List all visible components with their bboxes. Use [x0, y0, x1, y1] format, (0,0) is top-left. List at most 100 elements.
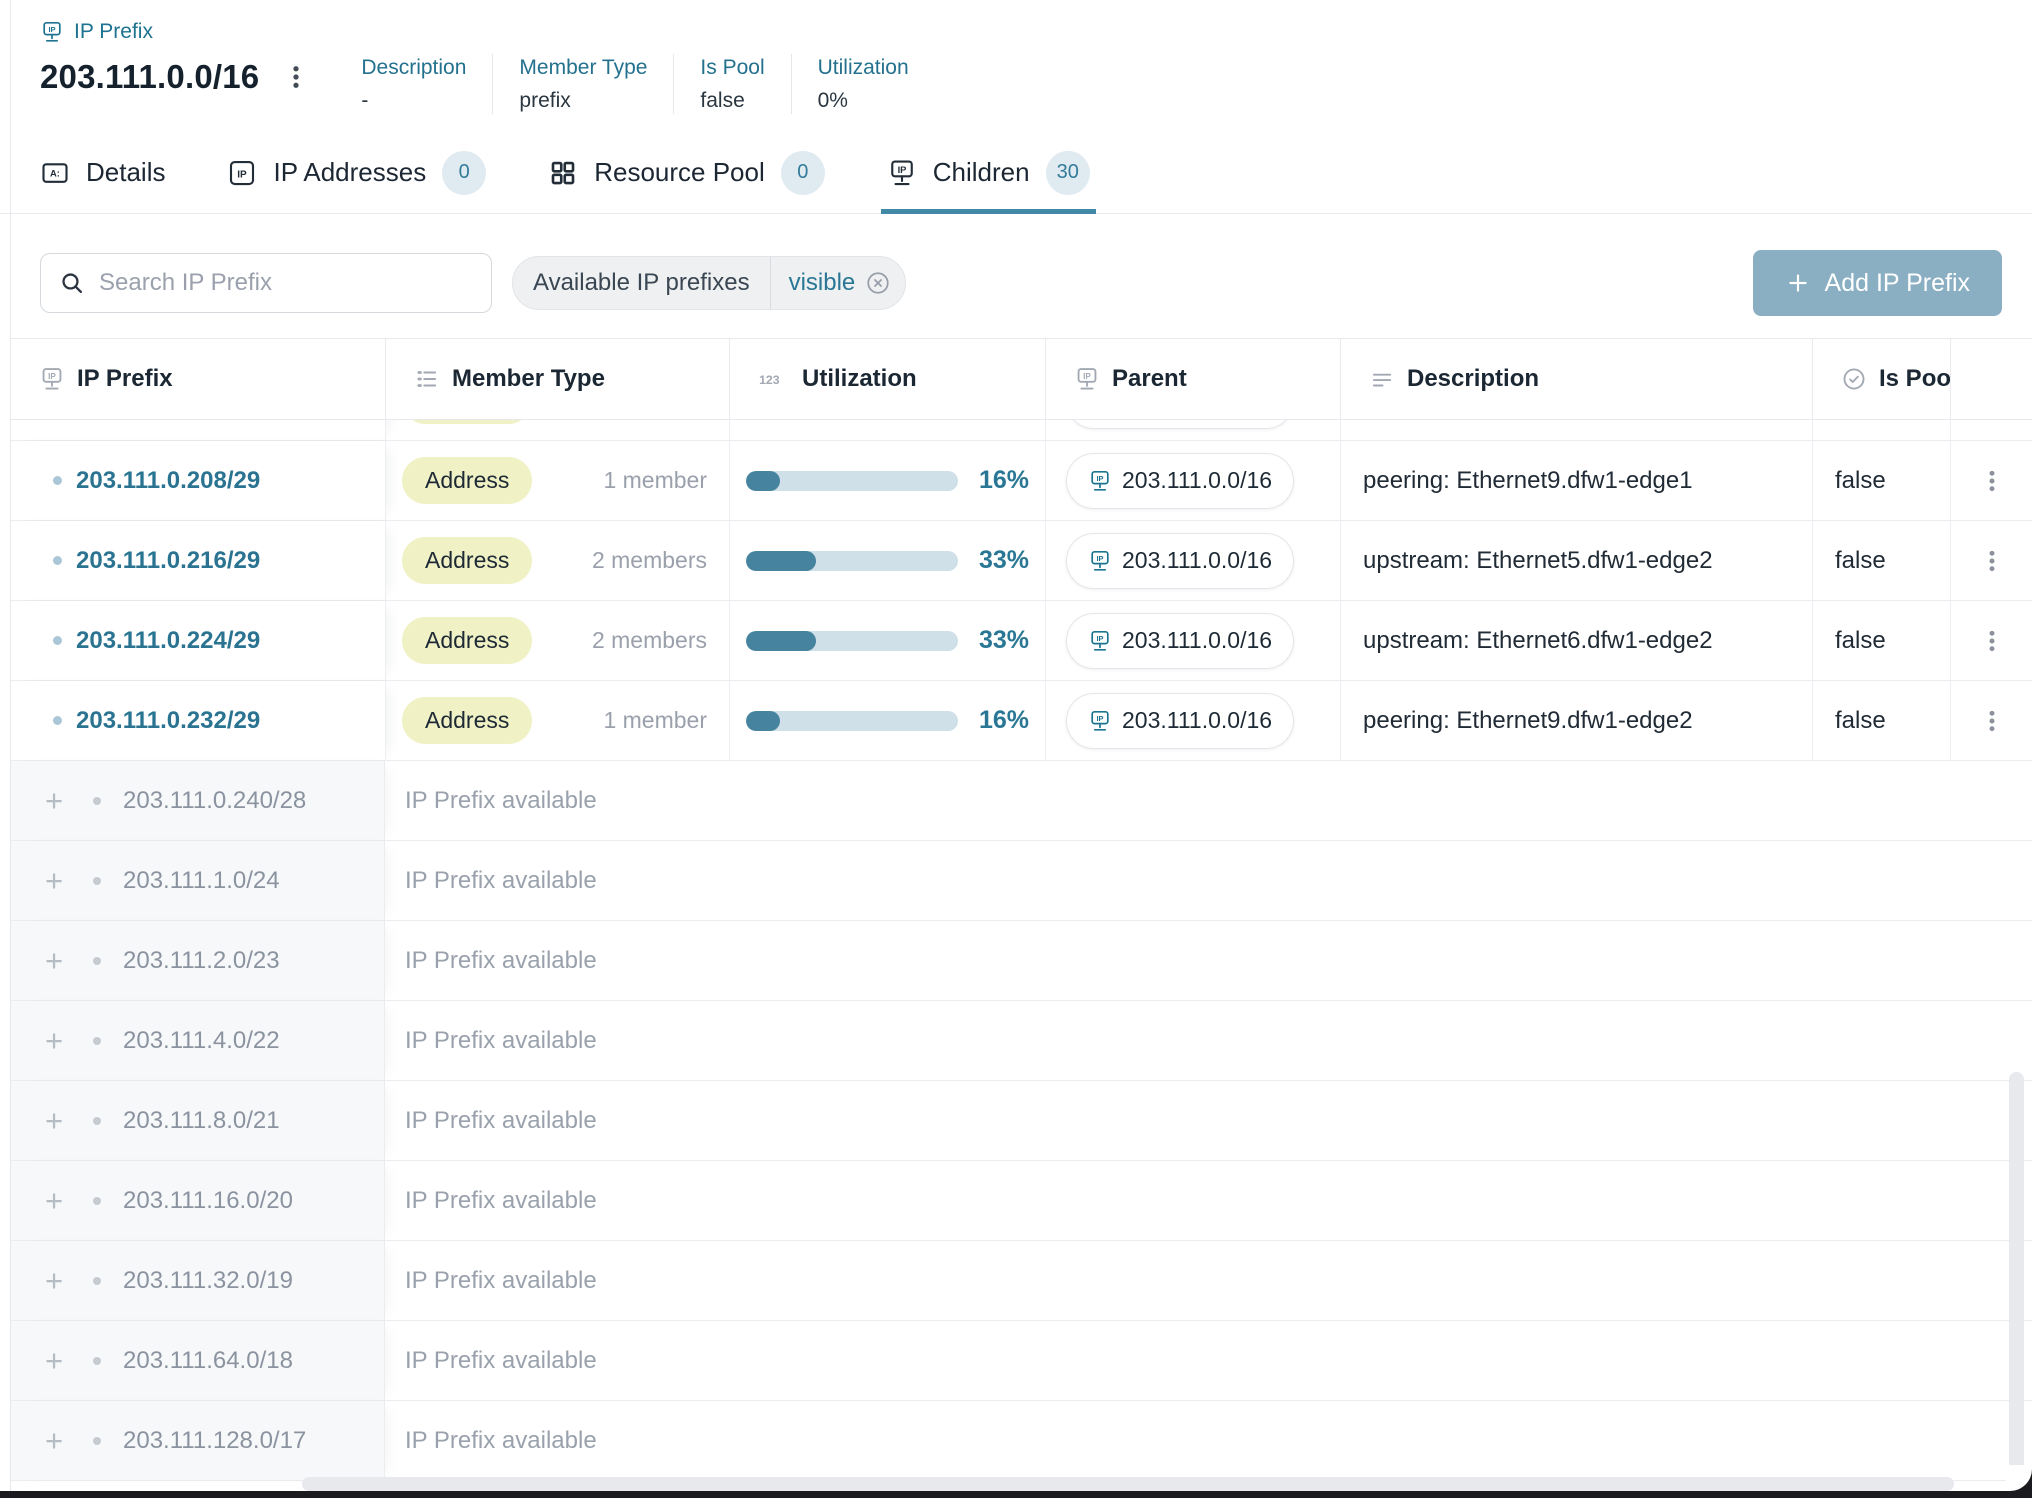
table-body: 203.111.0.200/29 Address 2 members 33% I…: [11, 361, 2032, 1481]
title-kebab-menu[interactable]: [281, 62, 311, 92]
expand-plus-icon[interactable]: +: [41, 1105, 67, 1136]
row-kebab-menu[interactable]: [1978, 547, 2006, 575]
column-header-utilization[interactable]: 123 Utilization: [729, 339, 1045, 419]
table-row: 203.111.0.216/29 Address 2 members 33% I…: [11, 521, 2032, 601]
tab-label: Children: [933, 157, 1030, 188]
svg-text:IP: IP: [1096, 473, 1103, 482]
expand-plus-icon[interactable]: +: [41, 1025, 67, 1056]
utilization-bar: [746, 551, 958, 571]
column-header-description[interactable]: Description: [1340, 339, 1812, 419]
toolbar: Available IP prefixes visible Add IP Pre…: [0, 214, 2032, 338]
parent-cell: IP 203.111.0.0/16: [1045, 441, 1340, 520]
tab-children[interactable]: IP Children 30: [887, 132, 1090, 213]
tab-label: Details: [86, 157, 165, 188]
parent-prefix-label: 203.111.0.0/16: [1122, 627, 1272, 654]
parent-prefix-chip[interactable]: IP 203.111.0.0/16: [1066, 453, 1294, 509]
member-count: 2 members: [592, 547, 707, 574]
parent-prefix-label: 203.111.0.0/16: [1122, 707, 1272, 734]
tab-details[interactable]: A: Details: [40, 132, 165, 213]
column-label: Is Pool: [1879, 365, 1950, 393]
vertical-scrollbar-thumb[interactable]: [2009, 1072, 2024, 1470]
is-pool-value: false: [1835, 707, 1886, 735]
horizontal-scrollbar-thumb[interactable]: [302, 1477, 1954, 1491]
member-type-cell: Address 1 member: [385, 441, 729, 520]
expand-plus-icon[interactable]: +: [41, 865, 67, 896]
is-pool-cell: false: [1812, 441, 1950, 520]
available-note: IP Prefix available: [385, 761, 597, 840]
add-ip-prefix-button[interactable]: Add IP Prefix: [1753, 250, 2002, 316]
bullet-dot: [53, 716, 62, 725]
row-kebab-menu[interactable]: [1978, 707, 2006, 735]
list-icon: [414, 366, 440, 392]
ip-prefix-text: 203.111.8.0/21: [123, 1107, 280, 1135]
bullet-dot: [93, 877, 101, 885]
ip-prefix-cell: + 203.111.0.240/28: [11, 761, 385, 840]
member-count: 2 members: [592, 627, 707, 654]
actions-cell: [1950, 681, 2032, 760]
tab-resource-pool[interactable]: Resource Pool 0: [548, 132, 825, 213]
header-stat: Is Pool false: [673, 54, 790, 114]
utilization-bar-fill: [746, 551, 816, 571]
column-header-parent[interactable]: IP Parent: [1045, 339, 1340, 419]
is-pool-cell: false: [1812, 681, 1950, 760]
svg-text:IP: IP: [1096, 713, 1103, 722]
bullet-dot: [53, 476, 62, 485]
ip-prefix-link[interactable]: 203.111.0.208/29: [76, 467, 260, 495]
breadcrumb[interactable]: IP IP Prefix: [40, 20, 153, 44]
ip-prefix-cell: + 203.111.64.0/18: [11, 1321, 385, 1400]
utilization-percent: 33%: [979, 546, 1029, 575]
member-type-badge: Address: [402, 697, 532, 744]
available-note: IP Prefix available: [385, 1401, 597, 1480]
description-cell: upstream: Ethernet6.dfw1-edge2: [1340, 601, 1812, 680]
column-header-ip-prefix[interactable]: IP IP Prefix: [11, 339, 385, 419]
table-row-available: + 203.111.32.0/19 IP Prefix available: [11, 1241, 2032, 1321]
utilization-bar: [746, 471, 958, 491]
filter-chip-label: Available IP prefixes: [513, 269, 770, 297]
search-input[interactable]: [99, 269, 473, 297]
expand-plus-icon[interactable]: +: [41, 1185, 67, 1216]
parent-cell: IP 203.111.0.0/16: [1045, 521, 1340, 600]
tab-ip-addresses[interactable]: IP IP Addresses 0: [227, 132, 486, 213]
expand-plus-icon[interactable]: +: [41, 945, 67, 976]
is-pool-value: false: [1835, 627, 1886, 655]
parent-prefix-chip[interactable]: IP 203.111.0.0/16: [1066, 693, 1294, 749]
stat-value: prefix: [519, 88, 647, 114]
ip-prefix-text: 203.111.4.0/22: [123, 1027, 280, 1055]
available-note: IP Prefix available: [385, 921, 597, 1000]
ip-prefix-cell: + 203.111.32.0/19: [11, 1241, 385, 1320]
stat-value: false: [700, 88, 764, 114]
parent-prefix-chip[interactable]: IP 203.111.0.0/16: [1066, 533, 1294, 589]
available-note: IP Prefix available: [385, 1081, 597, 1160]
description-cell: peering: Ethernet9.dfw1-edge1: [1340, 441, 1812, 520]
filter-chip-close-icon[interactable]: [865, 270, 891, 296]
row-kebab-menu[interactable]: [1978, 627, 2006, 655]
expand-plus-icon[interactable]: +: [41, 1265, 67, 1296]
parent-prefix-label: 203.111.0.0/16: [1122, 547, 1272, 574]
table-row-available: + 203.111.64.0/18 IP Prefix available: [11, 1321, 2032, 1401]
utilization-bar-fill: [746, 711, 780, 731]
actions-cell: [1950, 601, 2032, 680]
utilization-cell: 33%: [729, 601, 1045, 680]
ip-prefix-link[interactable]: 203.111.0.216/29: [76, 547, 260, 575]
expand-plus-icon[interactable]: +: [41, 1425, 67, 1456]
column-header-member-type[interactable]: Member Type: [385, 339, 729, 419]
stat-value: -: [361, 88, 466, 114]
expand-plus-icon[interactable]: +: [41, 785, 67, 816]
member-count: 1 member: [603, 467, 707, 494]
column-header-is-pool[interactable]: Is Pool: [1812, 339, 1950, 419]
ip-network-icon: IP: [1088, 549, 1112, 573]
stat-label: Member Type: [519, 54, 647, 82]
sidebar-edge-divider: [10, 0, 11, 1498]
svg-text:IP: IP: [897, 164, 906, 174]
parent-prefix-chip[interactable]: IP 203.111.0.0/16: [1066, 613, 1294, 669]
header-stat: Utilization 0%: [791, 54, 935, 114]
row-kebab-menu[interactable]: [1978, 467, 2006, 495]
ip-prefix-link[interactable]: 203.111.0.224/29: [76, 627, 260, 655]
bullet-dot: [93, 957, 101, 965]
expand-plus-icon[interactable]: +: [41, 1345, 67, 1376]
ip-prefix-cell: + 203.111.4.0/22: [11, 1001, 385, 1080]
column-label: IP Prefix: [77, 365, 173, 393]
bullet-dot: [93, 1037, 101, 1045]
breadcrumb-label: IP Prefix: [74, 20, 153, 44]
ip-prefix-link[interactable]: 203.111.0.232/29: [76, 707, 260, 735]
